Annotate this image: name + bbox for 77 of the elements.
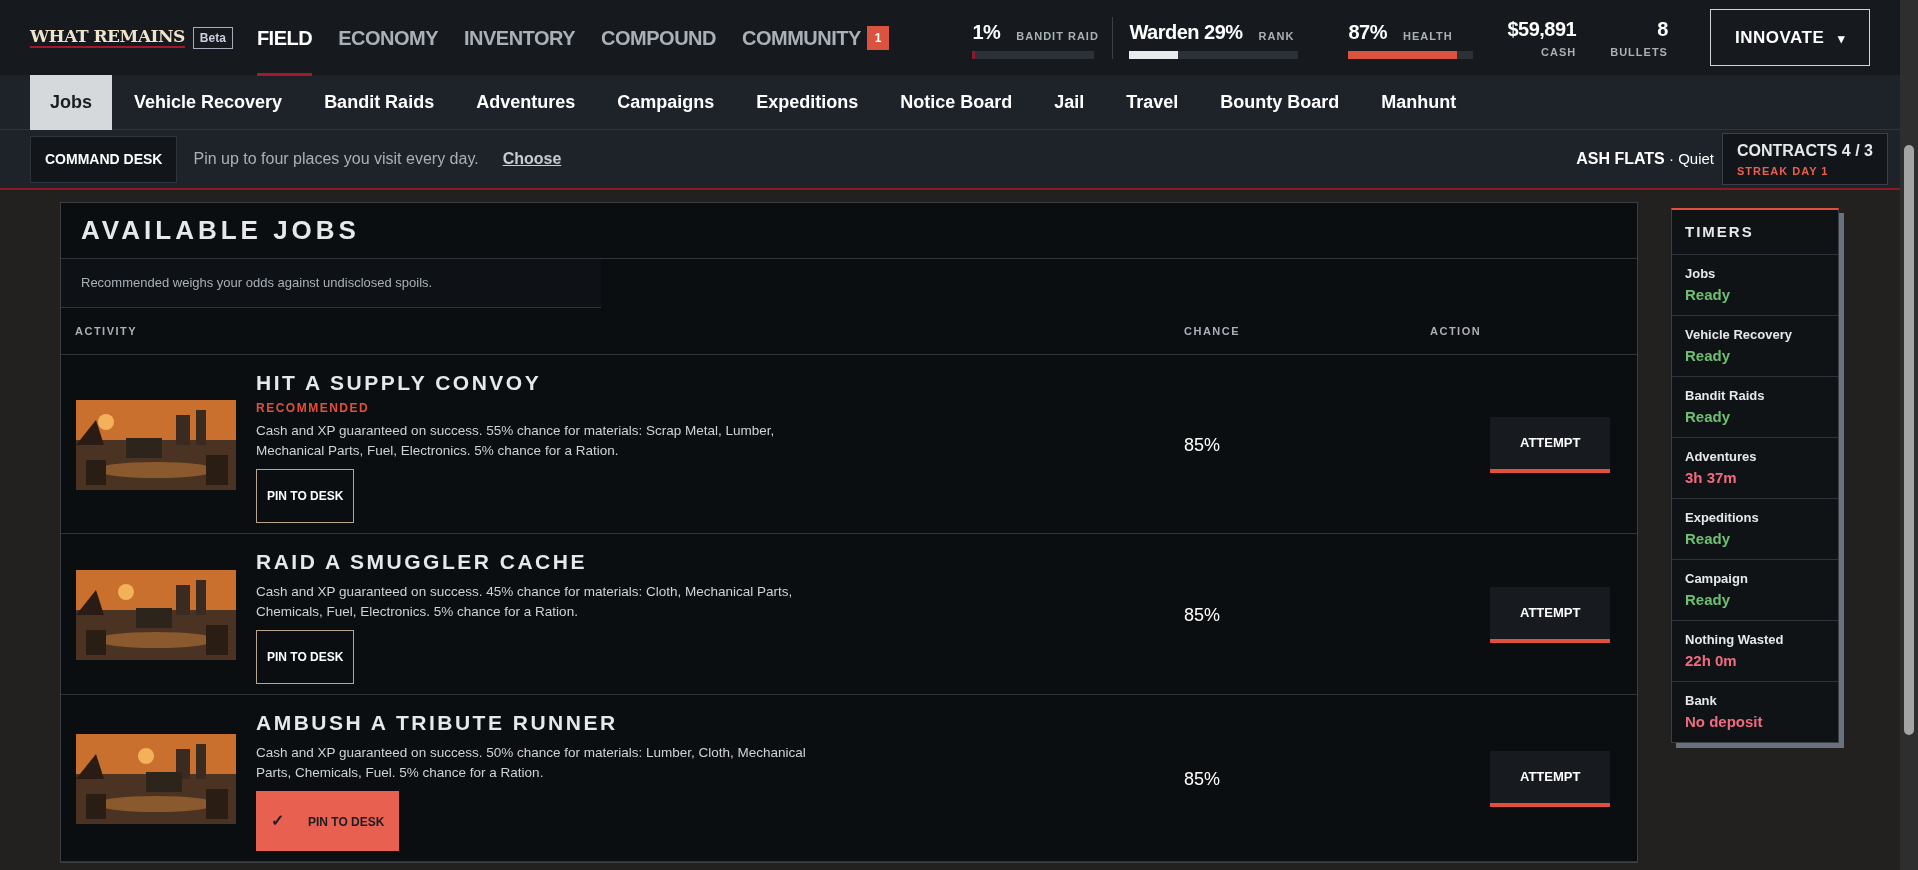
attempt-button[interactable]: ATTEMPT bbox=[1490, 751, 1611, 807]
job-description: Cash and XP guaranteed on success. 50% chance for materials: Lumber, Cloth, Mechanical Parts, Chemicals, Fuel. 5% chance for a Ration. bbox=[256, 743, 807, 782]
beta-tag: Beta bbox=[192, 26, 233, 49]
column-header: CHANCE bbox=[1184, 323, 1242, 339]
timer-value: No deposit bbox=[1685, 711, 1764, 732]
chance-value: 85% bbox=[1184, 767, 1222, 791]
notification-badge: 1 bbox=[866, 25, 890, 50]
scrollbar[interactable] bbox=[1900, 0, 1918, 870]
timer-value: 3h 37m bbox=[1685, 467, 1738, 488]
stat-value: 87% bbox=[1348, 19, 1387, 45]
sub-tab[interactable]: Notice Board bbox=[880, 74, 1033, 130]
column-header: ACTIVITY bbox=[74, 323, 139, 339]
sub-tab[interactable]: Expeditions bbox=[736, 74, 879, 130]
sub-tab[interactable]: Campaigns bbox=[597, 74, 735, 130]
sub-tab[interactable]: Bandit Raids bbox=[304, 74, 455, 130]
stat-label: BULLETS bbox=[1610, 45, 1668, 61]
choose-link[interactable]: Choose bbox=[502, 147, 562, 171]
sub-tab[interactable]: Travel bbox=[1106, 74, 1199, 130]
chance-value: 85% bbox=[1184, 433, 1222, 457]
sub-tab[interactable]: Adventures bbox=[456, 74, 596, 130]
recommended-tag: RECOMMENDED bbox=[256, 398, 370, 417]
sub-tab[interactable]: Jail bbox=[1034, 74, 1105, 130]
innovate-dropdown[interactable]: INNOVATE ▾ bbox=[1709, 8, 1870, 67]
timer-label: Campaign bbox=[1685, 570, 1749, 588]
nav-tab[interactable]: INVENTORY bbox=[464, 0, 576, 76]
timer-value: 22h 0m bbox=[1685, 650, 1738, 671]
sub-tab[interactable]: Manhunt bbox=[1361, 74, 1477, 130]
note-text: Recommended weighs your odds against undisclosed spoils. bbox=[61, 259, 601, 308]
pin-to-desk-button[interactable]: PIN TO DESK bbox=[256, 469, 355, 523]
job-title: HIT A SUPPLY CONVOY bbox=[256, 370, 542, 396]
location-text: ASH FLATS · Quiet bbox=[1576, 149, 1714, 169]
nav-tab[interactable]: COMMUNITY bbox=[741, 0, 861, 76]
timers-title: TIMERS bbox=[1685, 223, 1754, 240]
attempt-button[interactable]: ATTEMPT bbox=[1490, 417, 1611, 473]
stat-value: 8 bbox=[1657, 17, 1668, 43]
panel-title: AVAILABLE JOBS bbox=[81, 215, 360, 245]
job-title: AMBUSH A TRIBUTE RUNNER bbox=[256, 710, 618, 736]
stat-value: Warden 29% bbox=[1129, 19, 1243, 45]
nav-tab[interactable]: ECONOMY bbox=[338, 0, 438, 76]
sub-tab[interactable]: Jobs bbox=[30, 74, 112, 130]
timer-label: Adventures bbox=[1685, 448, 1758, 466]
sub-tab[interactable]: Bounty Board bbox=[1200, 74, 1360, 130]
stat-label: CASH bbox=[1541, 45, 1577, 61]
timer-value: Ready bbox=[1685, 284, 1732, 305]
pin-to-desk-button[interactable]: PIN TO DESK bbox=[256, 630, 355, 684]
timer-value: Ready bbox=[1685, 589, 1732, 610]
stat-value: $59,891 bbox=[1507, 17, 1577, 43]
logo[interactable]: WHAT REMAINS bbox=[30, 27, 185, 48]
job-title: RAID A SMUGGLER CACHE bbox=[256, 549, 587, 575]
sub-tab[interactable]: Vehicle Recovery bbox=[114, 74, 303, 130]
streak-text: STREAK DAY 1 bbox=[1737, 164, 1830, 180]
scrollbar-thumb[interactable] bbox=[1904, 145, 1914, 735]
timer-value: Ready bbox=[1685, 406, 1732, 427]
desk-hint: Pin up to four places you visit every day. bbox=[193, 149, 479, 169]
stat-label: BANDIT RAID bbox=[1016, 29, 1099, 44]
command-desk-button[interactable]: COMMAND DESK bbox=[30, 135, 178, 183]
timer-label: Nothing Wasted bbox=[1685, 631, 1785, 649]
job-description: Cash and XP guaranteed on success. 45% chance for materials: Cloth, Mechanical Parts, Chemicals, Fuel, Electronics. 5% chance for a Ration. bbox=[256, 582, 794, 621]
timer-label: Jobs bbox=[1685, 265, 1717, 283]
pin-to-desk-button[interactable]: ✓ PIN TO DESK bbox=[256, 791, 400, 851]
timer-label: Expeditions bbox=[1685, 509, 1760, 527]
chance-value: 85% bbox=[1184, 603, 1222, 627]
attempt-button[interactable]: ATTEMPT bbox=[1490, 587, 1611, 643]
timer-value: Ready bbox=[1685, 528, 1732, 549]
stat-value: 1% bbox=[972, 19, 1001, 45]
timer-value: Ready bbox=[1685, 345, 1732, 366]
job-description: Cash and XP guaranteed on success. 55% chance for materials: Scrap Metal, Lumber, Mechanical Parts, Fuel, Electronics. 5% chance for a Ration. bbox=[256, 421, 776, 460]
timer-label: Bank bbox=[1685, 692, 1718, 710]
timer-label: Vehicle Recovery bbox=[1685, 326, 1793, 344]
stat-label: RANK bbox=[1258, 29, 1295, 44]
stat-label: HEALTH bbox=[1402, 29, 1453, 44]
check-icon: ✓ bbox=[271, 812, 284, 829]
caret-icon: ▾ bbox=[1837, 30, 1845, 46]
column-header: ACTION bbox=[1430, 323, 1483, 339]
timer-label: Bandit Raids bbox=[1685, 387, 1766, 405]
nav-tab[interactable]: COMPOUND bbox=[601, 0, 716, 76]
contracts-count: CONTRACTS 4 / 3 bbox=[1737, 141, 1873, 162]
